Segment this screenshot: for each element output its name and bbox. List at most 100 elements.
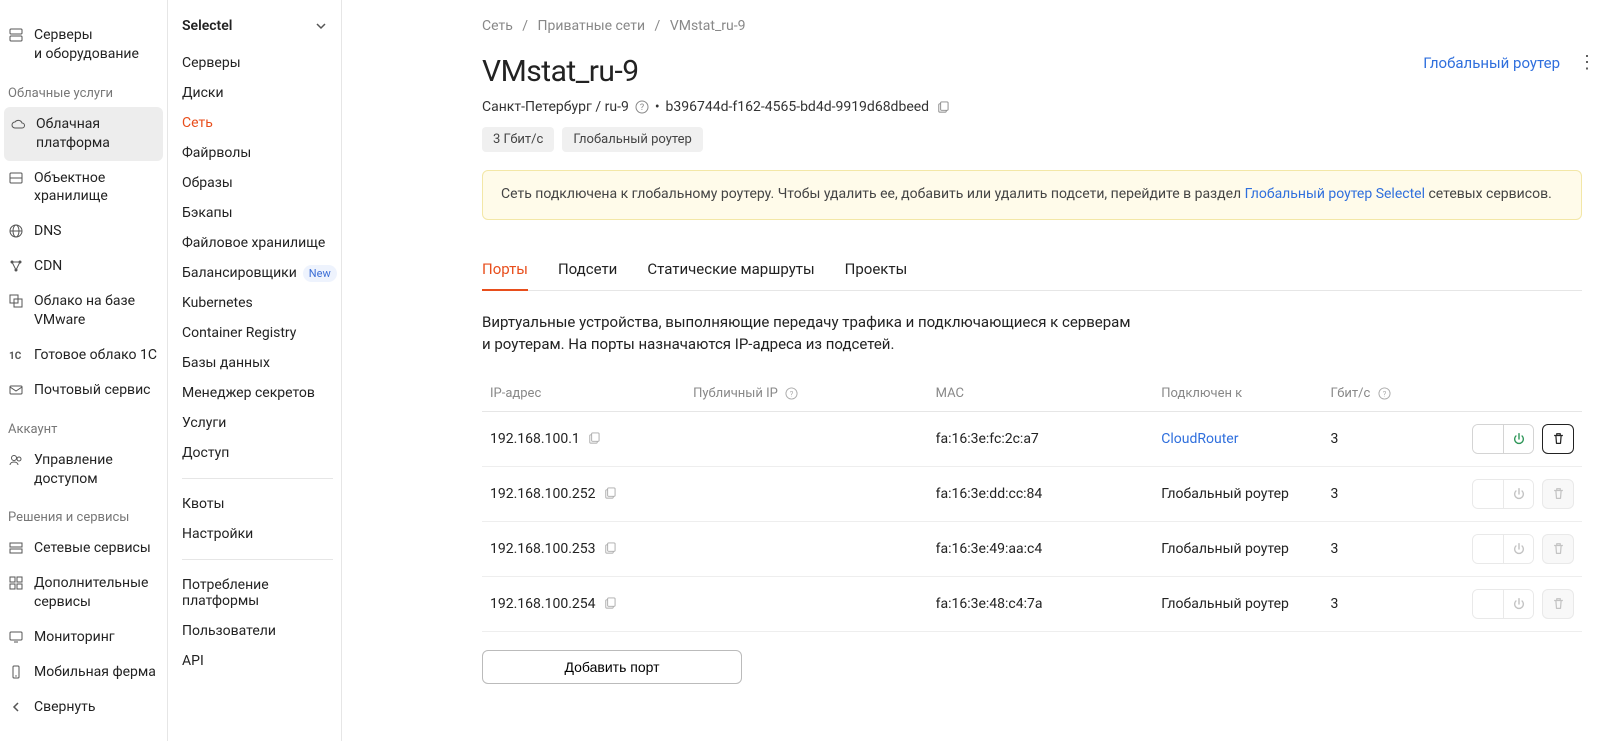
nav-item[interactable]: DNS — [0, 214, 167, 249]
help-icon[interactable]: ? — [1378, 387, 1391, 400]
more-menu-button[interactable]: ⋮ — [1578, 54, 1582, 72]
col-ip: IP-адрес — [482, 376, 685, 412]
tab-static-routes[interactable]: Статические маршруты — [647, 250, 814, 290]
tab-projects[interactable]: Проекты — [845, 250, 908, 290]
power-toggle — [1472, 589, 1534, 619]
table-row: 192.168.100.252 fa:16:3e:dd:cc:84Глобаль… — [482, 466, 1582, 521]
nav-item[interactable]: Облако на базе VMware — [0, 284, 167, 338]
subnav-item[interactable]: Образы — [182, 168, 333, 198]
add-port-button[interactable]: Добавить порт — [482, 650, 742, 684]
mac-cell: fa:16:3e:dd:cc:84 — [928, 466, 1154, 521]
breadcrumb-c: VMstat_ru-9 — [670, 18, 746, 34]
subnav-item[interactable]: Настройки — [182, 519, 333, 549]
nav-group-cloud: Облачные услуги — [0, 72, 167, 107]
extra-icon — [8, 575, 24, 591]
secondary-nav-title: Selectel — [182, 18, 232, 34]
subnav-item[interactable]: Диски — [182, 78, 333, 108]
subnav-item[interactable]: Потребление платформы — [182, 570, 333, 616]
col-connected: Подключен к — [1153, 376, 1322, 412]
nav-item[interactable]: Сетевые сервисы — [0, 531, 167, 566]
col-mac: MAC — [928, 376, 1154, 412]
breadcrumb-a[interactable]: Сеть — [482, 18, 513, 34]
ip-cell: 192.168.100.253 — [490, 541, 596, 557]
subnav-item[interactable]: БалансировщикиNew — [182, 258, 333, 288]
secondary-nav: Selectel СерверыДискиСетьФайрволыОбразыБ… — [168, 0, 342, 741]
subnav-item[interactable]: Пользователи — [182, 616, 333, 646]
power-icon — [1503, 425, 1533, 453]
nav-item[interactable]: Управление доступом — [0, 443, 167, 497]
nav-item-label: Дополнительные сервисы — [34, 574, 157, 612]
svg-text:?: ? — [790, 389, 794, 398]
gbit-cell: 3 — [1322, 576, 1435, 631]
copy-ip-icon[interactable] — [603, 597, 617, 611]
delete-button — [1542, 589, 1574, 619]
cloud-icon — [10, 116, 26, 132]
subnav-item[interactable]: Файрволы — [182, 138, 333, 168]
secondary-nav-header[interactable]: Selectel — [182, 18, 333, 34]
nav-item[interactable]: Свернуть — [0, 690, 167, 725]
page-title: VMstat_ru-9 — [482, 54, 639, 89]
nav-item[interactable]: Мобильная ферма — [0, 655, 167, 690]
svg-text:1C: 1C — [9, 351, 22, 362]
page-meta: Санкт-Петербург / ru-9 ? • b396744d-f162… — [482, 99, 1582, 115]
subnav-item[interactable]: Container Registry — [182, 318, 333, 348]
nav-item-label: Облако на базе VMware — [34, 292, 157, 330]
primary-nav: Серверы и оборудование Облачные услуги О… — [0, 0, 168, 741]
collapse-icon — [8, 699, 24, 715]
nav-item[interactable]: CDN — [0, 249, 167, 284]
nav-item-label: Готовое облако 1C — [34, 346, 157, 365]
server-icon — [8, 27, 24, 43]
nav-item-label: Мобильная ферма — [34, 663, 156, 682]
connected-link[interactable]: CloudRouter — [1161, 431, 1238, 447]
subnav-item[interactable]: Базы данных — [182, 348, 333, 378]
power-icon — [1503, 590, 1533, 618]
subnav-item[interactable]: Услуги — [182, 408, 333, 438]
ip-cell: 192.168.100.1 — [490, 431, 580, 447]
subnav-item[interactable]: Серверы — [182, 48, 333, 78]
nav-item-label: Свернуть — [34, 698, 95, 717]
copy-ip-icon[interactable] — [587, 432, 601, 446]
help-icon[interactable]: ? — [635, 100, 649, 114]
alert-link[interactable]: Глобальный роутер Selectel — [1245, 186, 1425, 202]
nav-item[interactable]: Почтовый сервис — [0, 373, 167, 408]
help-icon[interactable]: ? — [785, 387, 798, 400]
delete-button[interactable] — [1542, 424, 1574, 454]
copy-uuid-icon[interactable] — [935, 100, 949, 114]
new-badge: New — [303, 265, 337, 282]
subnav-item[interactable]: Kubernetes — [182, 288, 333, 318]
tab-ports[interactable]: Порты — [482, 250, 528, 290]
nav-item[interactable]: Дополнительные сервисы — [0, 566, 167, 620]
mac-cell: fa:16:3e:fc:2c:a7 — [928, 411, 1154, 466]
ports-table: IP-адрес Публичный IP ? MAC Подключен к … — [482, 376, 1582, 632]
subnav-item[interactable]: Сеть — [182, 108, 333, 138]
location-text: Санкт-Петербург / ru-9 — [482, 99, 629, 115]
nav-item[interactable]: Облачная платформа — [4, 107, 163, 161]
nav-item[interactable]: Объектное хранилище — [0, 161, 167, 215]
copy-ip-icon[interactable] — [603, 542, 617, 556]
nav-item-label: Управление доступом — [34, 451, 157, 489]
storage-icon — [8, 170, 24, 186]
svg-text:?: ? — [640, 103, 644, 113]
subnav-item[interactable]: Файловое хранилище — [182, 228, 333, 258]
nav-item-label: Сетевые сервисы — [34, 539, 151, 558]
chip-speed: 3 Гбит/с — [482, 127, 554, 152]
subnav-item[interactable]: Доступ — [182, 438, 333, 468]
ip-cell: 192.168.100.252 — [490, 486, 596, 502]
nav-item[interactable]: Мониторинг — [0, 620, 167, 655]
subnav-item[interactable]: Менеджер секретов — [182, 378, 333, 408]
subnav-item[interactable]: Квоты — [182, 489, 333, 519]
copy-ip-icon[interactable] — [603, 487, 617, 501]
tab-subnets[interactable]: Подсети — [558, 250, 617, 290]
tabs: Порты Подсети Статические маршруты Проек… — [482, 250, 1582, 291]
breadcrumb: Сеть / Приватные сети / VMstat_ru-9 — [482, 18, 1582, 34]
subnav-item[interactable]: API — [182, 646, 333, 676]
subnav-item[interactable]: Бэкапы — [182, 198, 333, 228]
nav-item-label: Мониторинг — [34, 628, 115, 647]
power-toggle[interactable] — [1472, 424, 1534, 454]
nav-item[interactable]: Серверы и оборудование — [0, 18, 167, 72]
svg-text:?: ? — [1382, 389, 1386, 398]
global-router-link[interactable]: Глобальный роутер — [1423, 54, 1560, 72]
breadcrumb-b[interactable]: Приватные сети — [538, 18, 646, 34]
mac-cell: fa:16:3e:48:c4:7a — [928, 576, 1154, 631]
nav-item[interactable]: 1C Готовое облако 1C — [0, 338, 167, 373]
